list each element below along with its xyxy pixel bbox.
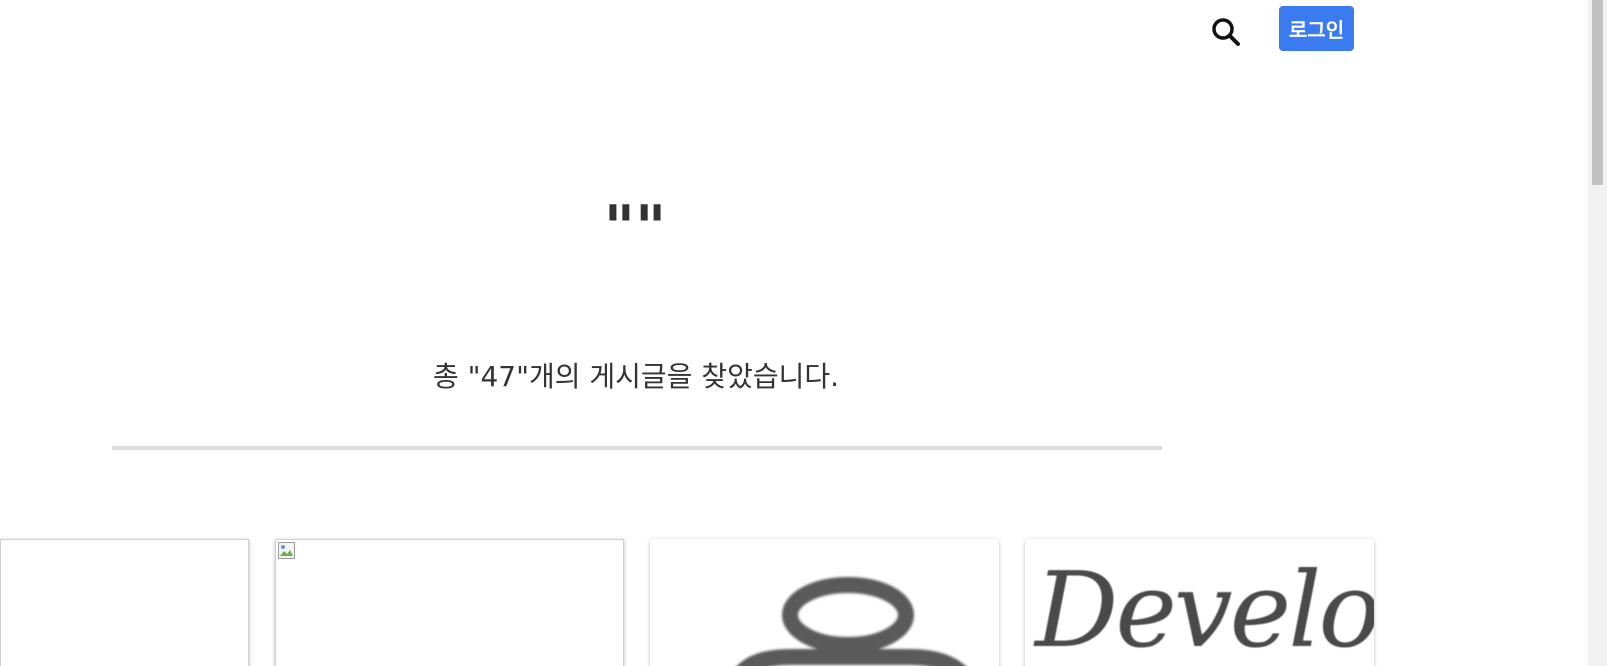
- post-card[interactable]: [650, 539, 999, 666]
- search-query-title: "": [603, 193, 667, 263]
- post-card[interactable]: Develog: [1025, 539, 1374, 666]
- search-result-count: 총 "47"개의 게시글을 찾았습니다.: [432, 360, 840, 393]
- search-results-page: 로그인 "" 총 "47"개의 게시글을 찾았습니다. Develog: [0, 0, 1607, 666]
- scrollbar-thumb[interactable]: [1592, 0, 1603, 185]
- post-card[interactable]: [0, 539, 249, 666]
- search-icon: [1212, 18, 1240, 46]
- divider: [112, 446, 1162, 450]
- broken-image-icon: [278, 542, 295, 559]
- post-thumbnail-text: Develog: [1035, 549, 1374, 666]
- login-button[interactable]: 로그인: [1279, 6, 1354, 51]
- vertical-scrollbar[interactable]: [1588, 0, 1607, 666]
- search-button[interactable]: [1206, 12, 1246, 52]
- user-avatar-icon: [737, 577, 966, 666]
- post-card[interactable]: [275, 539, 624, 666]
